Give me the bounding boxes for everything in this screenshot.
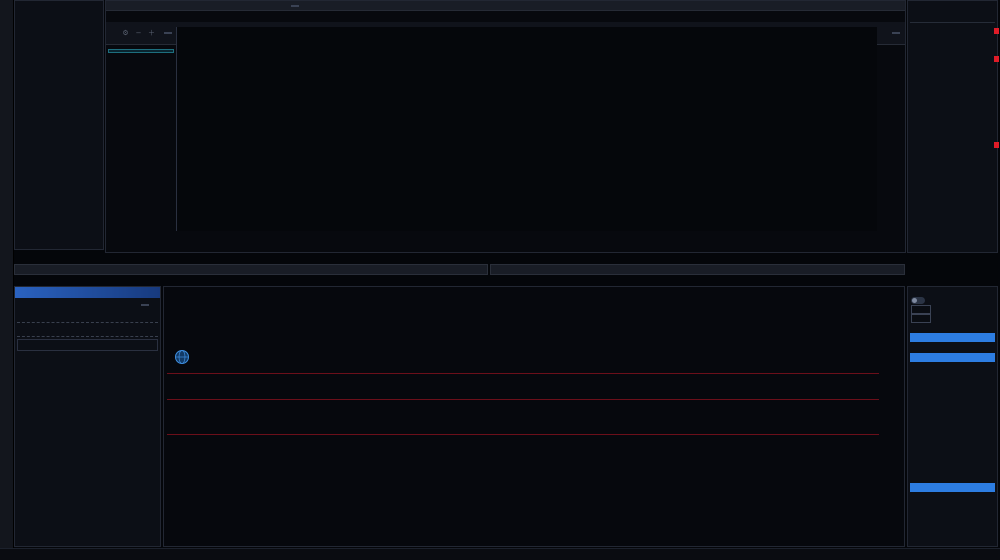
chart-window: ⚙ − ＋ bbox=[105, 0, 906, 253]
buy-bar[interactable] bbox=[910, 333, 995, 342]
dual-line-strip-svg bbox=[167, 293, 879, 315]
squiggle-svg bbox=[169, 452, 439, 464]
lots-input[interactable] bbox=[911, 305, 931, 314]
window-menu bbox=[216, 12, 896, 22]
window-tab[interactable] bbox=[291, 5, 299, 7]
bottom-right-panel bbox=[907, 286, 998, 547]
bottom-left-panel bbox=[14, 286, 161, 547]
bl-download-badge[interactable] bbox=[141, 304, 149, 306]
bottom-center-panel bbox=[163, 286, 905, 547]
signal-line-svg bbox=[167, 374, 879, 398]
grande-toggle[interactable] bbox=[911, 297, 925, 304]
bl-list-box bbox=[17, 339, 158, 351]
edge-marker-2 bbox=[994, 56, 999, 62]
edge-marker-3 bbox=[994, 142, 999, 148]
window-title-bar bbox=[106, 1, 905, 11]
chart-info-column bbox=[108, 47, 174, 229]
depth-area-svg bbox=[167, 496, 879, 532]
subwindow-title-left[interactable] bbox=[14, 264, 488, 275]
status-bar bbox=[0, 548, 1000, 560]
taskbar bbox=[0, 0, 14, 560]
price-input[interactable] bbox=[911, 314, 931, 323]
volume-bars-svg bbox=[167, 438, 879, 452]
confirm-bar[interactable] bbox=[910, 483, 995, 492]
subwindow-title-right[interactable] bbox=[490, 264, 905, 275]
mini-candles-svg bbox=[373, 347, 553, 373]
mid-menu-row bbox=[20, 276, 880, 285]
left-watchlist-panel bbox=[14, 0, 104, 250]
plus-icon[interactable]: ＋ bbox=[145, 27, 158, 39]
sell-bar[interactable] bbox=[910, 353, 995, 362]
main-chart-svg[interactable] bbox=[176, 27, 877, 231]
right-order-panel bbox=[907, 0, 998, 253]
bl-header[interactable] bbox=[15, 287, 160, 298]
edge-marker-1 bbox=[994, 28, 999, 34]
segment-control[interactable] bbox=[164, 32, 172, 34]
globe-icon bbox=[174, 349, 190, 365]
indicator-box[interactable] bbox=[108, 49, 174, 53]
momentum-bars-svg bbox=[167, 401, 879, 432]
price-scale[interactable] bbox=[878, 1, 906, 253]
minus-icon[interactable]: − bbox=[132, 27, 145, 39]
trading-terminal: ⚙ − ＋ bbox=[0, 0, 1000, 560]
left-rows bbox=[15, 1, 103, 2]
gear-icon[interactable]: ⚙ bbox=[119, 27, 132, 39]
